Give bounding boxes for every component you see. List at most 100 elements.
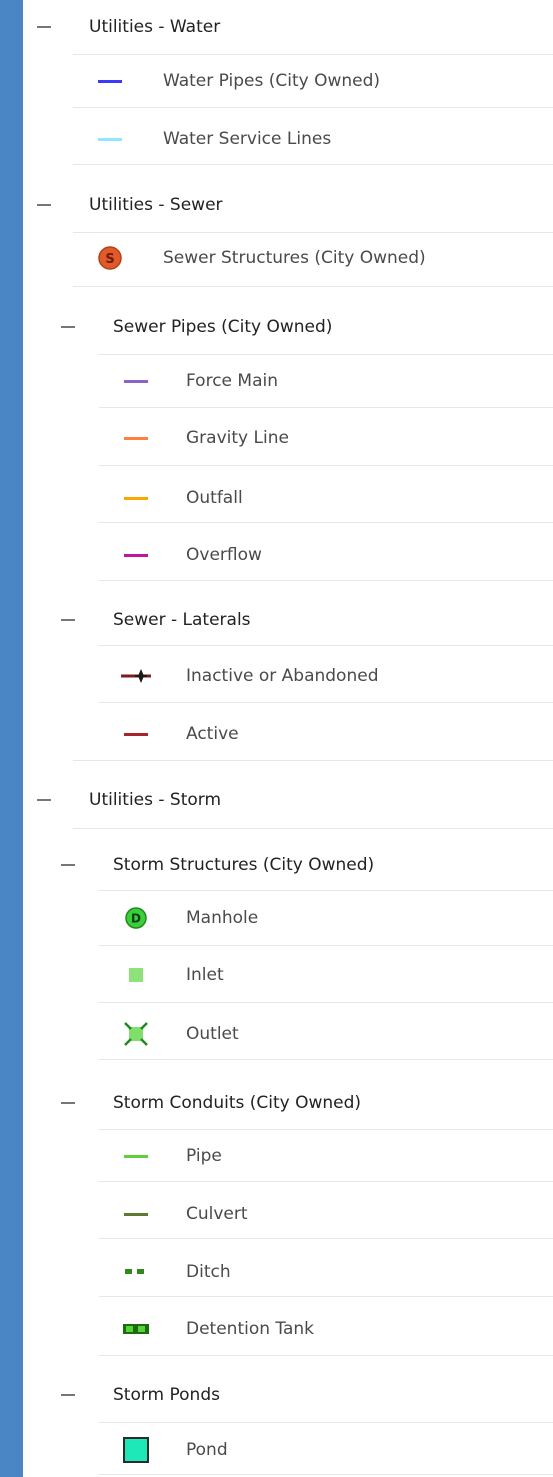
- line-symbol-icon: [116, 1199, 156, 1229]
- sewer-structure-icon: S: [90, 243, 130, 273]
- divider: [99, 1422, 553, 1423]
- group-title: Utilities - Water: [89, 17, 221, 37]
- divider: [99, 890, 553, 891]
- collapse-toggle-sewer[interactable]: [37, 204, 51, 206]
- group-title: Utilities - Sewer: [89, 195, 223, 215]
- legend-item: Water Pipes (City Owned): [163, 66, 380, 96]
- divider: [73, 760, 553, 761]
- manhole-icon: D: [116, 903, 156, 933]
- divider: [99, 1238, 553, 1239]
- line-symbol-icon: [116, 483, 156, 513]
- divider: [99, 580, 553, 581]
- legend-item-label: Outfall: [186, 488, 243, 508]
- legend-item: Overflow: [186, 540, 262, 570]
- group-utilities-sewer[interactable]: Utilities - Sewer: [89, 190, 223, 220]
- collapse-toggle-sewer-pipes[interactable]: [61, 326, 75, 328]
- collapse-toggle-storm-conduits[interactable]: [61, 1102, 75, 1104]
- subgroup-sewer-pipes[interactable]: Sewer Pipes (City Owned): [113, 312, 332, 342]
- divider: [99, 1474, 553, 1475]
- legend-item-label: Force Main: [186, 371, 278, 391]
- subgroup-storm-conduits[interactable]: Storm Conduits (City Owned): [113, 1088, 361, 1118]
- collapse-toggle-storm[interactable]: [37, 799, 51, 801]
- legend-item-label: Active: [186, 724, 239, 744]
- svg-text:D: D: [131, 912, 141, 926]
- subgroup-title: Storm Conduits (City Owned): [113, 1093, 362, 1113]
- group-utilities-water[interactable]: Utilities - Water: [89, 12, 220, 42]
- subgroup-storm-ponds[interactable]: Storm Ponds: [113, 1380, 220, 1410]
- divider: [73, 54, 553, 55]
- legend-item: Culvert: [186, 1199, 248, 1229]
- divider: [73, 286, 553, 287]
- group-utilities-storm[interactable]: Utilities - Storm: [89, 785, 221, 815]
- divider: [99, 1129, 553, 1130]
- line-symbol-icon: [116, 1141, 156, 1171]
- inlet-icon: [116, 960, 156, 990]
- legend-item-label: Pipe: [186, 1146, 222, 1166]
- legend-item-label: Manhole: [186, 908, 259, 928]
- divider: [99, 702, 553, 703]
- collapse-toggle-storm-ponds[interactable]: [61, 1394, 75, 1396]
- legend-item: Sewer Structures (City Owned): [163, 243, 426, 273]
- legend-item: Inactive or Abandoned: [186, 661, 379, 691]
- outlet-icon: [116, 1019, 156, 1049]
- line-symbol-icon: [90, 66, 130, 96]
- legend-item-label: Inactive or Abandoned: [186, 666, 379, 686]
- legend-item: Force Main: [186, 366, 278, 396]
- legend-item: Pipe: [186, 1141, 222, 1171]
- subgroup-title: Storm Structures (City Owned): [113, 855, 375, 875]
- legend-item-label: Sewer Structures (City Owned): [163, 248, 426, 268]
- divider: [99, 1355, 553, 1356]
- divider: [99, 1181, 553, 1182]
- legend-item: Water Service Lines: [163, 124, 331, 154]
- line-symbol-icon: [116, 540, 156, 570]
- subgroup-sewer-laterals[interactable]: Sewer - Laterals: [113, 605, 251, 635]
- divider: [99, 354, 553, 355]
- legend-item-label: Ditch: [186, 1262, 231, 1282]
- line-symbol-icon: [90, 124, 130, 154]
- legend-item-label: Pond: [186, 1440, 228, 1460]
- legend-panel: Utilities - Water Water Pipes (City Owne…: [23, 0, 553, 1477]
- legend-item-label: Detention Tank: [186, 1319, 315, 1339]
- lateral-inactive-icon: [116, 661, 156, 691]
- ditch-icon: [116, 1257, 156, 1287]
- legend-item-label: Water Service Lines: [163, 129, 332, 149]
- divider: [73, 828, 553, 829]
- legend-item-label: Outlet: [186, 1024, 239, 1044]
- subgroup-title: Sewer Pipes (City Owned): [113, 317, 333, 337]
- legend-item: Gravity Line: [186, 423, 289, 453]
- divider: [99, 1296, 553, 1297]
- divider: [99, 522, 553, 523]
- legend-item: Active: [186, 719, 239, 749]
- divider: [99, 1059, 553, 1060]
- legend-item: Inlet: [186, 960, 224, 990]
- legend-item: Outfall: [186, 483, 243, 513]
- divider: [99, 465, 553, 466]
- legend-item-label: Overflow: [186, 545, 262, 565]
- divider: [99, 1002, 553, 1003]
- collapse-toggle-water[interactable]: [37, 26, 51, 28]
- legend-item-label: Inlet: [186, 965, 224, 985]
- group-title: Utilities - Storm: [89, 790, 222, 810]
- legend-item-label: Culvert: [186, 1204, 248, 1224]
- legend-item: Ditch: [186, 1257, 231, 1287]
- svg-text:S: S: [105, 252, 114, 267]
- subgroup-storm-structures[interactable]: Storm Structures (City Owned): [113, 850, 374, 880]
- collapse-toggle-sewer-laterals[interactable]: [61, 619, 75, 621]
- divider: [99, 645, 553, 646]
- legend-item: Manhole: [186, 903, 258, 933]
- divider: [99, 407, 553, 408]
- detention-tank-icon: [116, 1314, 156, 1344]
- pond-icon: [116, 1435, 156, 1465]
- divider: [73, 232, 553, 233]
- collapse-toggle-storm-structures[interactable]: [61, 864, 75, 866]
- legend-item: Outlet: [186, 1019, 239, 1049]
- divider: [73, 164, 553, 165]
- line-symbol-icon: [116, 719, 156, 749]
- legend-item: Pond: [186, 1435, 228, 1465]
- divider: [73, 107, 553, 108]
- legend-item: Detention Tank: [186, 1314, 314, 1344]
- legend-item-label: Water Pipes (City Owned): [163, 71, 381, 91]
- divider: [99, 945, 553, 946]
- legend-item-label: Gravity Line: [186, 428, 289, 448]
- subgroup-title: Sewer - Laterals: [113, 610, 251, 630]
